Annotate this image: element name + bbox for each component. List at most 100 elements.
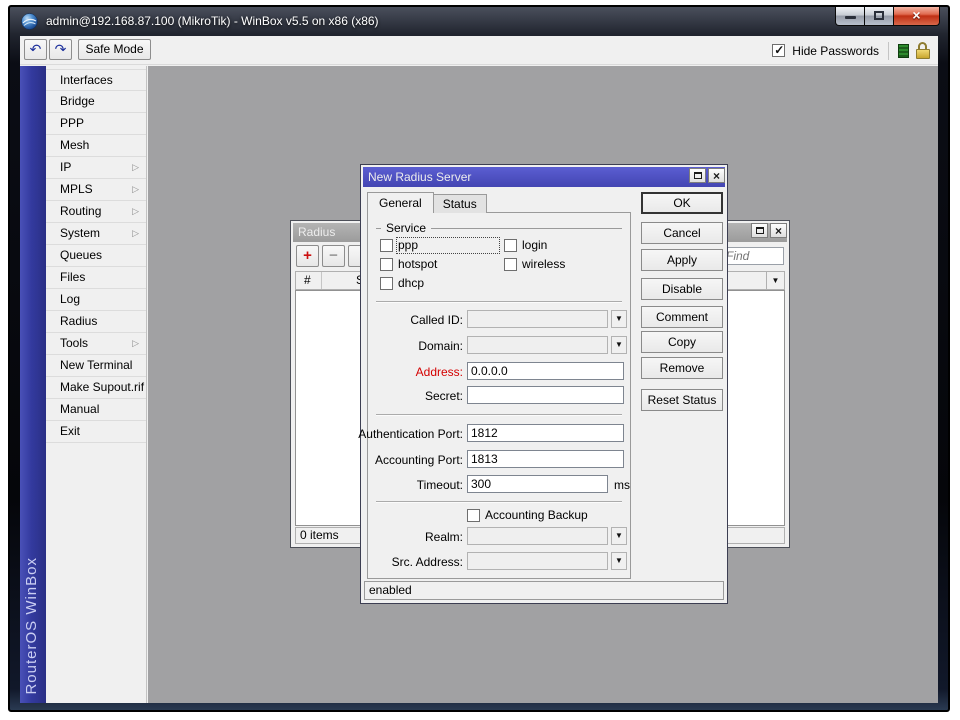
dialog-maximize-button[interactable] (689, 168, 706, 183)
dialog-tabs: General Status (367, 191, 487, 213)
maximize-icon (694, 172, 702, 179)
sidebar-item-mpls[interactable]: MPLS▷ (46, 179, 146, 201)
secret-input[interactable] (467, 386, 624, 404)
acct-port-input[interactable] (467, 450, 624, 468)
src-address-dropdown-icon[interactable]: ▼ (611, 552, 627, 570)
auth-port-input[interactable] (467, 424, 624, 442)
maximize-button[interactable] (865, 7, 894, 26)
acct-port-label: Accounting Port: (368, 453, 463, 467)
checkbox-ppp[interactable]: ppp (380, 238, 498, 252)
comment-button[interactable]: Comment (641, 306, 723, 328)
remove-button[interactable]: Remove (641, 357, 723, 379)
realm-dropdown-icon[interactable]: ▼ (611, 527, 627, 545)
maximize-icon (756, 227, 764, 234)
checkbox-hotspot[interactable]: hotspot (380, 257, 437, 271)
remove-entry-button[interactable]: − (322, 245, 345, 267)
accounting-backup-label: Accounting Backup (485, 509, 588, 522)
sidebar-item-interfaces[interactable]: Interfaces (46, 69, 146, 91)
sidebar-item-queues[interactable]: Queues (46, 245, 146, 267)
submenu-arrow-icon: ▷ (132, 179, 139, 200)
sidebar-item-exit[interactable]: Exit (46, 421, 146, 443)
domain-dropdown-icon[interactable]: ▼ (611, 336, 627, 354)
brand-strip: RouterOS WinBox (20, 66, 46, 703)
submenu-arrow-icon: ▷ (132, 201, 139, 222)
login-label: login (522, 239, 547, 252)
ppp-checkbox-box (380, 239, 393, 252)
toolbar-right-cluster: ✓ Hide Passwords (772, 36, 930, 65)
tab-status[interactable]: Status (434, 194, 487, 213)
sidebar-item-ppp[interactable]: PPP (46, 113, 146, 135)
src-address-row: Src. Address: ▼ (368, 552, 630, 570)
sidebar-menu: Interfaces Bridge PPP Mesh IP▷ MPLS▷ Rou… (46, 66, 147, 703)
acct-port-row: Accounting Port: (368, 450, 630, 468)
radius-close-button[interactable]: × (770, 223, 787, 238)
accounting-backup-checkbox-box (467, 509, 480, 522)
column-header-number[interactable]: # (296, 272, 322, 289)
hotspot-label: hotspot (398, 258, 437, 271)
sidebar-item-bridge[interactable]: Bridge (46, 91, 146, 113)
domain-label: Domain: (368, 339, 463, 353)
address-input[interactable] (467, 362, 624, 380)
redo-button[interactable]: ↷ (49, 39, 72, 60)
window-controls: × (835, 7, 940, 26)
service-group-legend: Service (376, 221, 622, 235)
sidebar-item-make-supout[interactable]: Make Supout.rif (46, 377, 146, 399)
column-dropdown-button[interactable]: ▼ (766, 272, 784, 289)
sidebar-item-new-terminal[interactable]: New Terminal (46, 355, 146, 377)
dialog-close-button[interactable]: × (708, 168, 725, 183)
sidebar-item-system[interactable]: System▷ (46, 223, 146, 245)
sidebar-item-radius[interactable]: Radius (46, 311, 146, 333)
domain-row: Domain: ▼ (368, 336, 630, 354)
redo-icon: ↷ (55, 41, 67, 57)
sidebar-item-tools[interactable]: Tools▷ (46, 333, 146, 355)
minimize-button[interactable] (835, 7, 865, 26)
legend-dash (376, 228, 381, 229)
realm-combo (467, 527, 608, 545)
timeout-row: Timeout: ms (368, 475, 630, 493)
disable-button[interactable]: Disable (641, 278, 723, 300)
winbox-application: admin@192.168.87.100 (MikroTik) - WinBox… (0, 0, 960, 720)
sidebar-item-routing[interactable]: Routing▷ (46, 201, 146, 223)
checkbox-wireless[interactable]: wireless (504, 257, 565, 271)
wireless-checkbox-box (504, 258, 517, 271)
ok-button[interactable]: OK (641, 192, 723, 214)
sidebar-item-manual[interactable]: Manual (46, 399, 146, 421)
minimize-icon (845, 16, 856, 19)
tab-general[interactable]: General (367, 192, 434, 213)
sidebar-item-log[interactable]: Log (46, 289, 146, 311)
dialog-titlebar: New Radius Server (363, 167, 725, 187)
separator (376, 501, 622, 503)
copy-button[interactable]: Copy (641, 331, 723, 353)
separator (376, 301, 622, 303)
checkbox-accounting-backup[interactable]: Accounting Backup (467, 508, 588, 522)
undo-button[interactable]: ↶ (24, 39, 47, 60)
sidebar-item-files[interactable]: Files (46, 267, 146, 289)
find-input[interactable] (722, 247, 784, 265)
checkbox-login[interactable]: login (504, 238, 547, 252)
separator (376, 414, 622, 416)
called-id-dropdown-icon[interactable]: ▼ (611, 310, 627, 328)
reset-status-button[interactable]: Reset Status (641, 389, 723, 411)
sidebar-item-ip[interactable]: IP▷ (46, 157, 146, 179)
cancel-button[interactable]: Cancel (641, 222, 723, 244)
toolbar-divider (888, 42, 889, 60)
timeout-input[interactable] (467, 475, 608, 493)
connection-indicator-icon (898, 44, 909, 58)
realm-row: Realm: ▼ (368, 527, 630, 545)
radius-maximize-button[interactable] (751, 223, 768, 238)
called-id-row: Called ID: ▼ (368, 310, 630, 328)
ppp-label: ppp (398, 239, 498, 252)
sidebar-item-mesh[interactable]: Mesh (46, 135, 146, 157)
called-id-combo (467, 310, 608, 328)
add-entry-button[interactable]: + (296, 245, 319, 267)
submenu-arrow-icon: ▷ (132, 157, 139, 178)
brand-vertical-text: RouterOS WinBox (23, 557, 40, 695)
timeout-label: Timeout: (368, 478, 463, 492)
safe-mode-button[interactable]: Safe Mode (78, 39, 151, 60)
checkbox-dhcp[interactable]: dhcp (380, 276, 424, 290)
hide-passwords-checkbox[interactable]: ✓ (772, 44, 785, 57)
winbox-app-icon (21, 13, 38, 30)
close-button[interactable]: × (894, 7, 940, 26)
apply-button[interactable]: Apply (641, 249, 723, 271)
legend-line (431, 228, 622, 229)
